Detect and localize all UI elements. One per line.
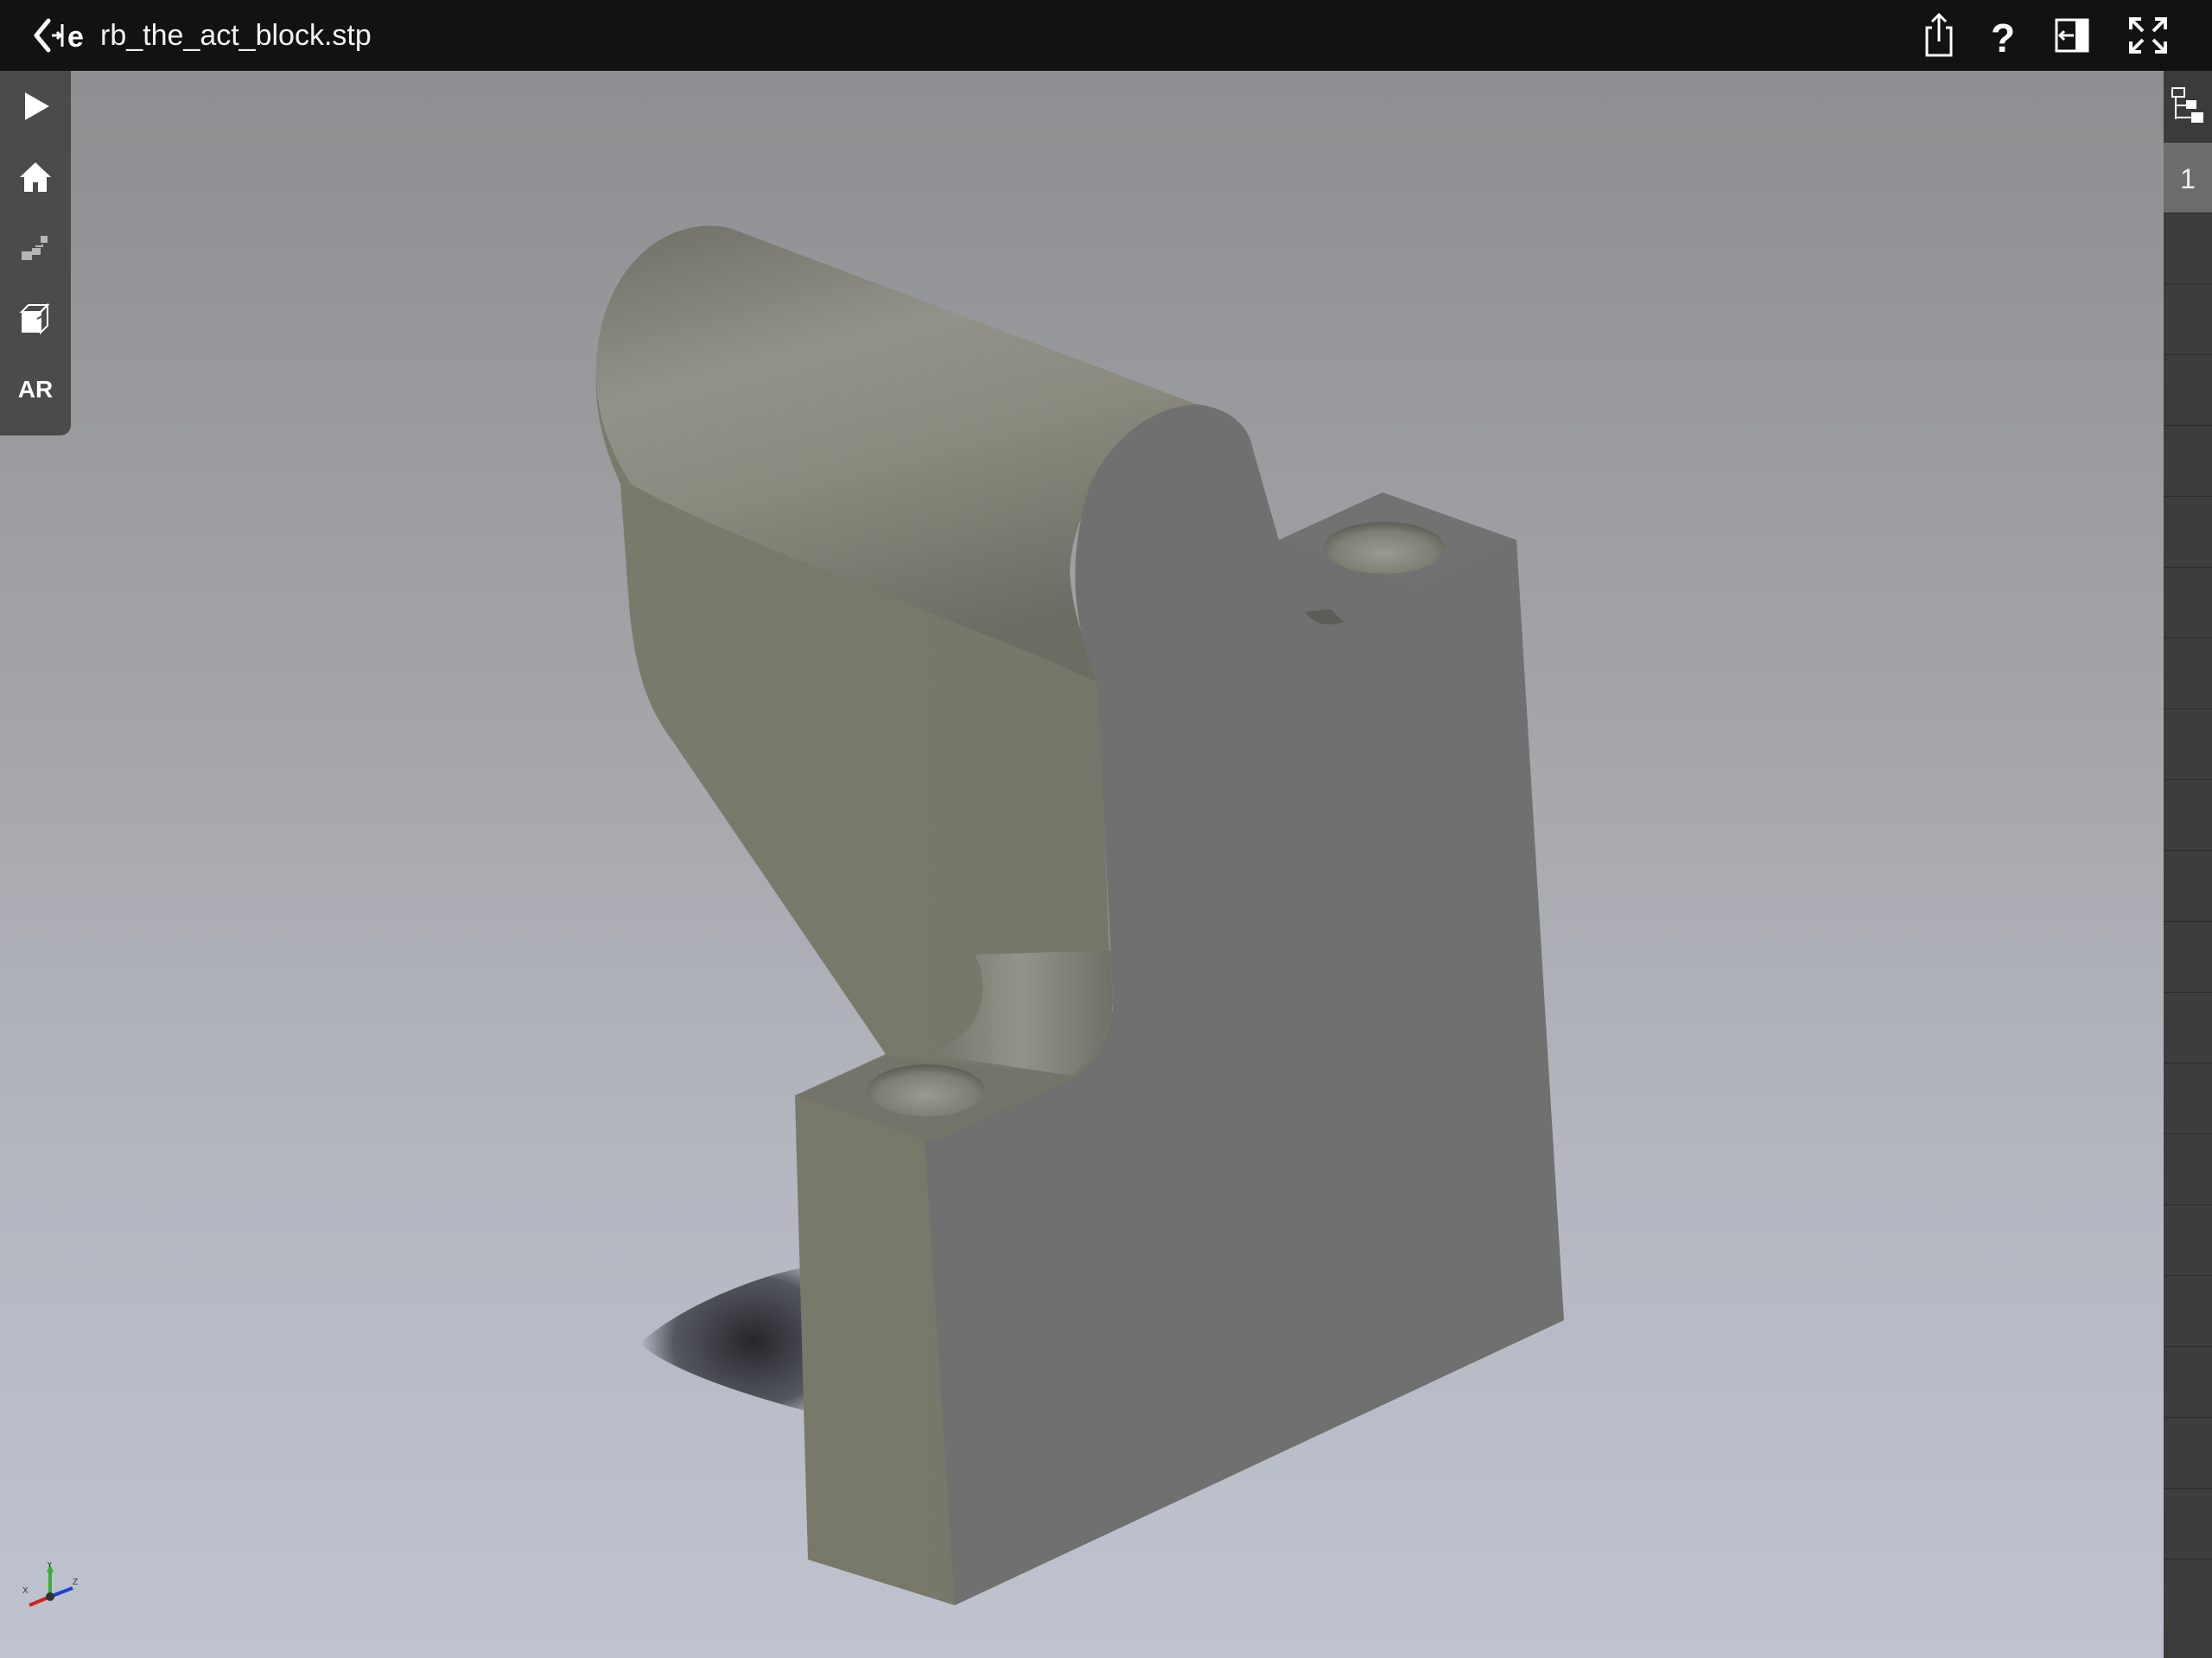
view-slot [2164,992,2212,1064]
share-button[interactable] [1915,12,1963,59]
model-viewport[interactable] [0,0,2212,1658]
structure-tree-button[interactable] [2164,71,2212,142]
view-slot [2164,850,2212,922]
explode-view-icon [22,236,48,260]
view-slot [2164,496,2212,568]
view-slot [2164,1488,2212,1560]
svg-text:X: X [22,1586,29,1596]
view-slot [2164,1346,2212,1418]
view-slot [2164,1134,2212,1205]
explode-view-button[interactable] [0,213,71,283]
app-logo-icon: e [52,21,84,54]
ar-label: AR [17,376,54,403]
share-icon [1925,12,1953,57]
hole-lower [868,1064,985,1116]
view-slot [2164,425,2212,497]
axis-triad-icon: X Y Z [22,1562,78,1607]
section-cube-icon [19,302,50,335]
structure-tree-icon [2171,87,2203,123]
ar-button[interactable]: AR [0,354,71,425]
fullscreen-button[interactable] [2124,12,2172,59]
view-slot [2164,1204,2212,1276]
home-view-button[interactable] [0,142,71,213]
view-slot [2164,283,2212,355]
fullscreen-icon [2129,17,2167,54]
view-item-label: 1 [2180,163,2196,194]
collapse-panel-icon [2055,18,2089,53]
view-slot [2164,779,2212,851]
top-bar: e rb_the_act_block.stp ? [0,0,2212,71]
view-slot [2164,638,2212,709]
back-button[interactable]: e [29,16,99,55]
svg-text:Z: Z [73,1578,78,1587]
view-slot [2164,567,2212,638]
svg-text:?: ? [1991,16,2015,59]
hole-upper [1324,522,1445,574]
play-icon [25,92,49,120]
view-slot [2164,1275,2212,1347]
view-item-1[interactable]: 1 [2164,142,2212,213]
left-toolbar: AR [0,71,71,435]
home-icon [20,162,51,192]
svg-text:e: e [67,21,84,54]
view-slot [2164,921,2212,993]
svg-text:Y: Y [47,1562,53,1570]
view-slot [2164,354,2212,426]
view-slot [2164,1417,2212,1489]
help-button[interactable]: ? [1979,12,2027,60]
section-view-button[interactable] [0,283,71,354]
help-icon: ? [1991,16,2015,60]
view-slot [2164,1063,2212,1134]
view-slot [2164,1559,2212,1630]
collapse-panel-button[interactable] [2048,12,2096,59]
page-title: rb_the_act_block.stp [100,19,372,52]
view-slot [2164,708,2212,780]
view-slot [2164,213,2212,284]
back-chevron-icon: e [34,18,84,54]
play-button[interactable] [0,71,71,142]
right-panel: 1 [2164,71,2212,1658]
